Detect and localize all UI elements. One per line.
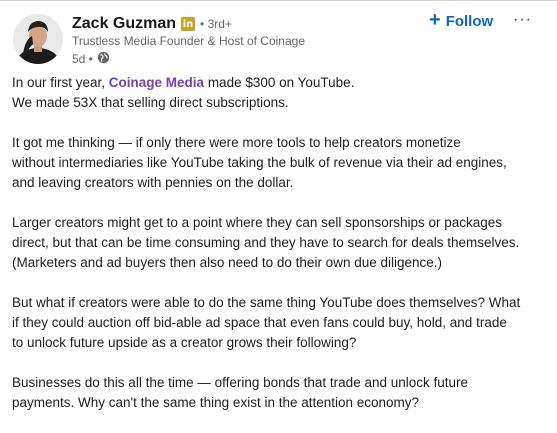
author-headline: Trustless Media Founder & Host of Coinag… [72, 34, 305, 48]
premium-badge-icon: in [181, 17, 196, 31]
post-line: (Marketers and ad buyers then also need … [12, 255, 443, 270]
post-line: In our first year, Coinage Media made $3… [12, 73, 550, 93]
post-text: In our first year, [12, 75, 109, 90]
post-meta: 5d • [72, 51, 110, 67]
post-line: and leaving creators with pennies on the… [12, 175, 294, 190]
post-paragraph-5: Businesses do this all the time — offeri… [12, 373, 550, 413]
company-mention-link[interactable]: Coinage Media [109, 75, 204, 90]
post-card: Zack Guzman in • 3rd+ Trustless Media Fo… [0, 0, 557, 429]
post-line: without intermediaries like YouTube taki… [12, 155, 507, 170]
post-paragraph-1: In our first year, Coinage Media made $3… [12, 73, 550, 113]
post-time: 5d • [72, 52, 93, 66]
post-paragraph-4: But what if creators were able to do the… [12, 293, 550, 353]
post-line: Larger creators might get to a point whe… [12, 215, 503, 230]
author-row: Zack Guzman in • 3rd+ [72, 14, 232, 34]
author-name[interactable]: Zack Guzman [72, 15, 176, 33]
follow-label: Follow [445, 12, 494, 30]
post-text: made $300 on YouTube. [204, 75, 355, 90]
avatar[interactable] [13, 14, 63, 64]
post-body: In our first year, Coinage Media made $3… [12, 73, 550, 433]
globe-icon [97, 51, 110, 67]
post-line: to unlock future upside as a creator gro… [12, 335, 357, 350]
post-line: Businesses do this all the time — offeri… [12, 375, 469, 390]
post-line: It got me thinking — if only there were … [12, 135, 461, 150]
post-line: if they could auction off bid-able ad sp… [12, 315, 507, 330]
follow-button[interactable]: + Follow [429, 9, 494, 31]
plus-icon: + [429, 9, 441, 31]
post-line: payments. Why can't the same thing exist… [12, 395, 420, 410]
post-paragraph-3: Larger creators might get to a point whe… [12, 213, 550, 273]
more-options-icon[interactable]: ··· [513, 11, 532, 29]
connection-degree: • 3rd+ [200, 17, 232, 31]
post-paragraph-2: It got me thinking — if only there were … [12, 133, 550, 193]
post-line: But what if creators were able to do the… [12, 295, 521, 310]
post-line: We made 53X that selling direct subscrip… [12, 95, 289, 110]
post-line: direct, but that can be time consuming a… [12, 235, 520, 250]
